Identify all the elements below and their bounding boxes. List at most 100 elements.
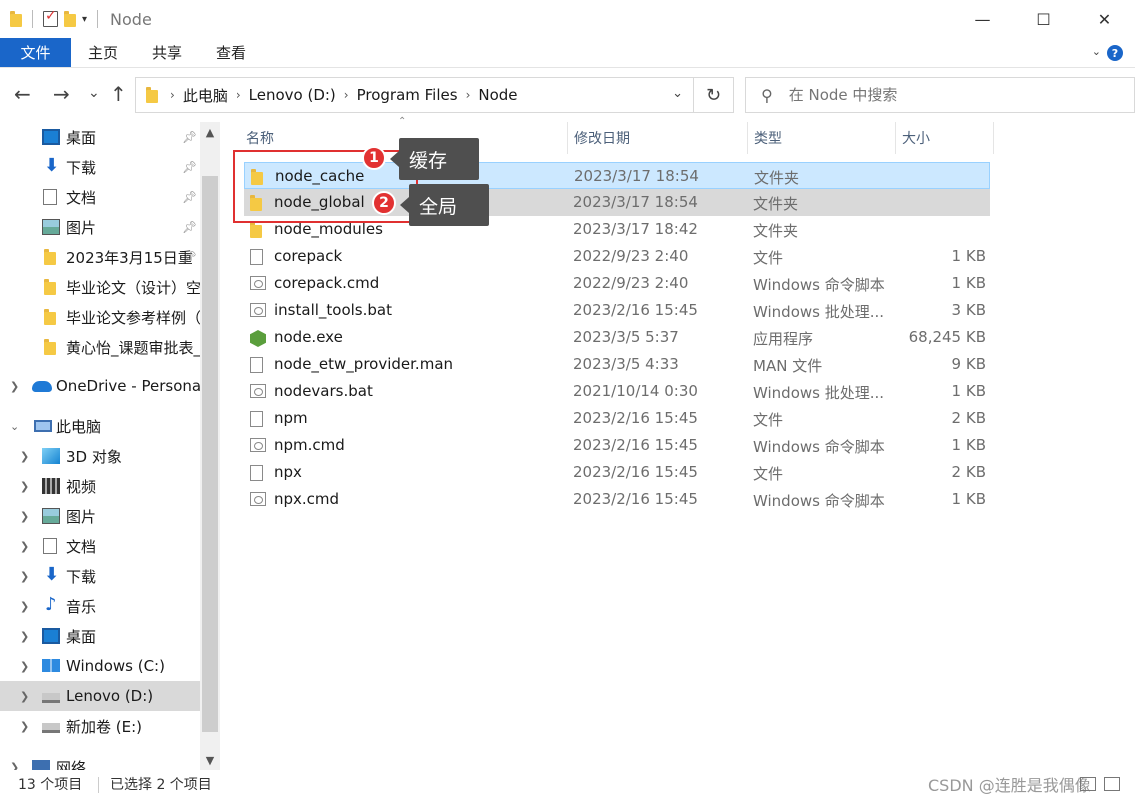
sidebar-item-approval-form[interactable]: 黄心怡_课题审批表_	[0, 332, 200, 362]
sidebar-item-3d-objects[interactable]: ❯ 3D 对象	[0, 441, 200, 471]
chevron-right-icon[interactable]: ❯	[20, 540, 29, 553]
chevron-right-icon[interactable]: ❯	[20, 690, 29, 703]
file-size: 2 KB	[951, 463, 986, 481]
chevron-right-icon[interactable]: ❯	[20, 450, 29, 463]
sidebar-item-this-pc[interactable]: ⌄ 此电脑	[0, 411, 200, 441]
close-button[interactable]: ✕	[1074, 0, 1135, 38]
new-folder-icon[interactable]	[64, 11, 76, 27]
chevron-down-icon[interactable]: ⌄	[10, 420, 19, 433]
tab-file[interactable]: 文件	[0, 38, 71, 67]
large-icons-view-icon[interactable]	[1104, 777, 1120, 791]
chevron-right-icon[interactable]: ❯	[10, 380, 19, 393]
chevron-right-icon[interactable]: ›	[170, 88, 175, 102]
breadcrumb-this-pc[interactable]: 此电脑	[183, 85, 228, 106]
sidebar-item-thesis-blank[interactable]: 毕业论文（设计）空	[0, 272, 200, 302]
sidebar-item-new-volume-e[interactable]: ❯ 新加卷 (E:)	[0, 711, 200, 741]
tab-share[interactable]: 共享	[135, 38, 199, 67]
breadcrumb-lenovo-d[interactable]: Lenovo (D:)	[249, 86, 336, 104]
address-bar[interactable]: › 此电脑 › Lenovo (D:) › Program Files › No…	[135, 77, 694, 113]
file-icon	[250, 411, 263, 427]
sidebar-item-thesis-sample[interactable]: 毕业论文参考样例（	[0, 302, 200, 332]
tab-home[interactable]: 主页	[71, 38, 135, 67]
sidebar-item-lenovo-d[interactable]: ❯ Lenovo (D:)	[0, 681, 200, 711]
address-dropdown-icon[interactable]: ⌄	[672, 86, 683, 101]
chevron-right-icon[interactable]: ❯	[20, 600, 29, 613]
window-title: Node	[110, 9, 152, 29]
chevron-right-icon[interactable]: ›	[466, 88, 471, 102]
sidebar-item-downloads[interactable]: ⬇︎ 下载 📌︎	[0, 152, 200, 182]
table-row[interactable]: npx 2023/2/16 15:45 文件 2 KB	[244, 459, 990, 486]
file-date: 2023/3/17 18:42	[573, 220, 698, 238]
file-size: 3 KB	[951, 301, 986, 319]
sidebar-item-desktop-pc[interactable]: ❯ 桌面	[0, 621, 200, 651]
chevron-right-icon[interactable]: ›	[236, 88, 241, 102]
folder-icon	[44, 339, 62, 355]
chevron-right-icon[interactable]: ›	[344, 88, 349, 102]
scrollbar-thumb[interactable]	[202, 176, 218, 732]
table-row[interactable]: npm 2023/2/16 15:45 文件 2 KB	[244, 405, 990, 432]
breadcrumb-program-files[interactable]: Program Files	[357, 86, 458, 104]
sidebar-item-network[interactable]: ❯ 网络	[0, 752, 200, 770]
recent-locations-button[interactable]: ⌄	[88, 82, 100, 104]
sidebar-item-videos[interactable]: ❯ 视频	[0, 471, 200, 501]
sidebar-item-folder-2023[interactable]: 2023年3月15日重 📌︎	[0, 242, 200, 272]
table-row[interactable]: corepack.cmd 2022/9/23 2:40 Windows 命令脚本…	[244, 270, 990, 297]
divider	[98, 777, 99, 793]
script-icon	[250, 303, 266, 317]
table-row[interactable]: nodevars.bat 2021/10/14 0:30 Windows 批处理…	[244, 378, 990, 405]
table-row[interactable]: node_etw_provider.man 2023/3/5 4:33 MAN …	[244, 351, 990, 378]
tab-view[interactable]: 查看	[199, 38, 263, 67]
sidebar-scrollbar[interactable]: ▲ ▼	[200, 122, 220, 770]
expand-ribbon-icon[interactable]: ⌄	[1092, 45, 1101, 58]
chevron-right-icon[interactable]: ❯	[20, 570, 29, 583]
maximize-button[interactable]: ☐	[1013, 0, 1074, 38]
table-row[interactable]: install_tools.bat 2023/2/16 15:45 Window…	[244, 297, 990, 324]
sidebar-item-label: 桌面	[66, 627, 97, 646]
sidebar-item-documents-pc[interactable]: ❯ 文档	[0, 531, 200, 561]
chevron-right-icon[interactable]: ❯	[20, 510, 29, 523]
column-header-date[interactable]: 修改日期	[568, 122, 748, 154]
search-input[interactable]	[788, 86, 1089, 104]
refresh-button[interactable]: ↻	[694, 77, 734, 113]
column-header-size[interactable]: 大小	[896, 122, 994, 154]
help-icon[interactable]: ?	[1107, 45, 1123, 61]
scroll-down-icon[interactable]: ▼	[200, 750, 220, 770]
chevron-right-icon[interactable]: ❯	[20, 720, 29, 733]
breadcrumb-node[interactable]: Node	[478, 86, 517, 104]
sidebar-item-onedrive[interactable]: ❯ OneDrive - Personal	[0, 371, 200, 401]
pin-icon[interactable]: 📌︎	[182, 220, 197, 234]
table-row[interactable]: npm.cmd 2023/2/16 15:45 Windows 命令脚本 1 K…	[244, 432, 990, 459]
chevron-right-icon[interactable]: ❯	[20, 480, 29, 493]
sidebar-item-documents[interactable]: 文档 📌︎	[0, 182, 200, 212]
minimize-button[interactable]: —	[952, 0, 1013, 38]
sidebar-item-label: 文档	[66, 188, 97, 207]
file-date: 2023/3/17 18:54	[574, 167, 699, 185]
watermark: CSDN @连胜是我偶像	[928, 776, 1091, 795]
forward-button[interactable]: →	[53, 83, 70, 105]
file-size: 9 KB	[951, 355, 986, 373]
sidebar-item-desktop[interactable]: 桌面 📌︎	[0, 122, 200, 152]
back-button[interactable]: ←	[14, 83, 31, 105]
properties-icon[interactable]	[43, 8, 58, 27]
pin-icon[interactable]: 📌︎	[182, 130, 197, 144]
table-row[interactable]: npx.cmd 2023/2/16 15:45 Windows 命令脚本 1 K…	[244, 486, 990, 513]
search-box[interactable]: ⚲	[745, 77, 1135, 113]
sidebar-item-music[interactable]: ❯ ♪ 音乐	[0, 591, 200, 621]
sidebar-item-pictures[interactable]: 图片 📌︎	[0, 212, 200, 242]
details-view-icon[interactable]	[1080, 777, 1096, 791]
customize-toolbar-icon[interactable]: ▾	[82, 14, 87, 25]
up-button[interactable]: ↑	[110, 83, 127, 105]
chevron-right-icon[interactable]: ❯	[20, 660, 29, 673]
pin-icon[interactable]: 📌︎	[182, 190, 197, 204]
table-row[interactable]: node.exe 2023/3/5 5:37 应用程序 68,245 KB	[244, 324, 990, 351]
sidebar-item-pictures-pc[interactable]: ❯ 图片	[0, 501, 200, 531]
sidebar-item-downloads-pc[interactable]: ❯ ⬇︎ 下载	[0, 561, 200, 591]
chevron-right-icon[interactable]: ❯	[10, 761, 19, 771]
column-header-type[interactable]: 类型	[748, 122, 896, 154]
sidebar-item-windows-c[interactable]: ❯ Windows (C:)	[0, 651, 200, 681]
pin-icon[interactable]: 📌︎	[182, 250, 197, 264]
chevron-right-icon[interactable]: ❯	[20, 630, 29, 643]
scroll-up-icon[interactable]: ▲	[200, 122, 220, 142]
table-row[interactable]: corepack 2022/9/23 2:40 文件 1 KB	[244, 243, 990, 270]
pin-icon[interactable]: 📌︎	[182, 160, 197, 174]
